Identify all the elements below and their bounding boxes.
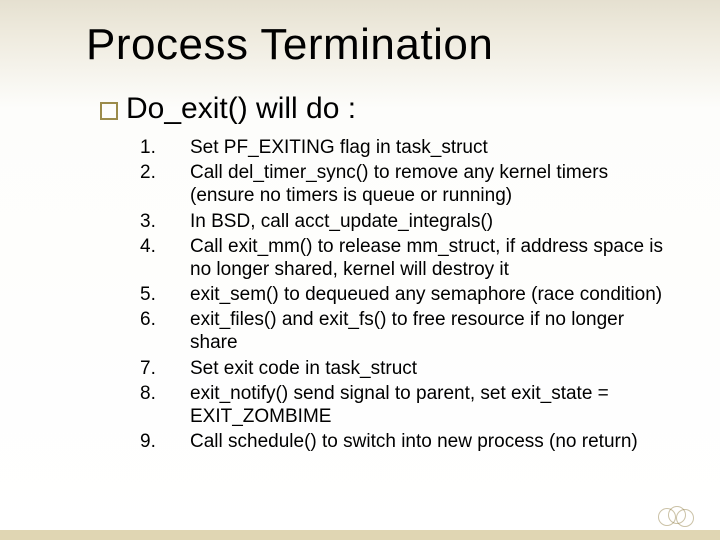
- bullet-square-icon: [100, 102, 118, 120]
- list-item: exit_files() and exit_fs() to free resou…: [140, 308, 674, 354]
- steps-list: Set PF_EXITING flag in task_struct Call …: [140, 136, 674, 455]
- rings-decoration-icon: [658, 506, 694, 526]
- slide-subhead: Do_exit() will do :: [100, 92, 356, 126]
- footer-accent-bar: [0, 530, 720, 540]
- list-item: exit_notify() send signal to parent, set…: [140, 382, 674, 428]
- subhead-text: Do_exit() will do :: [126, 92, 356, 126]
- list-item: exit_sem() to dequeued any semaphore (ra…: [140, 283, 674, 306]
- list-item: Call schedule() to switch into new proce…: [140, 430, 674, 453]
- slide-title: Process Termination: [86, 20, 493, 70]
- list-item: Call del_timer_sync() to remove any kern…: [140, 161, 674, 207]
- list-item: Set PF_EXITING flag in task_struct: [140, 136, 674, 159]
- list-item: In BSD, call acct_update_integrals(): [140, 210, 674, 233]
- slide: Process Termination Do_exit() will do : …: [0, 0, 720, 540]
- list-item: Set exit code in task_struct: [140, 357, 674, 380]
- list-item: Call exit_mm() to release mm_struct, if …: [140, 235, 674, 281]
